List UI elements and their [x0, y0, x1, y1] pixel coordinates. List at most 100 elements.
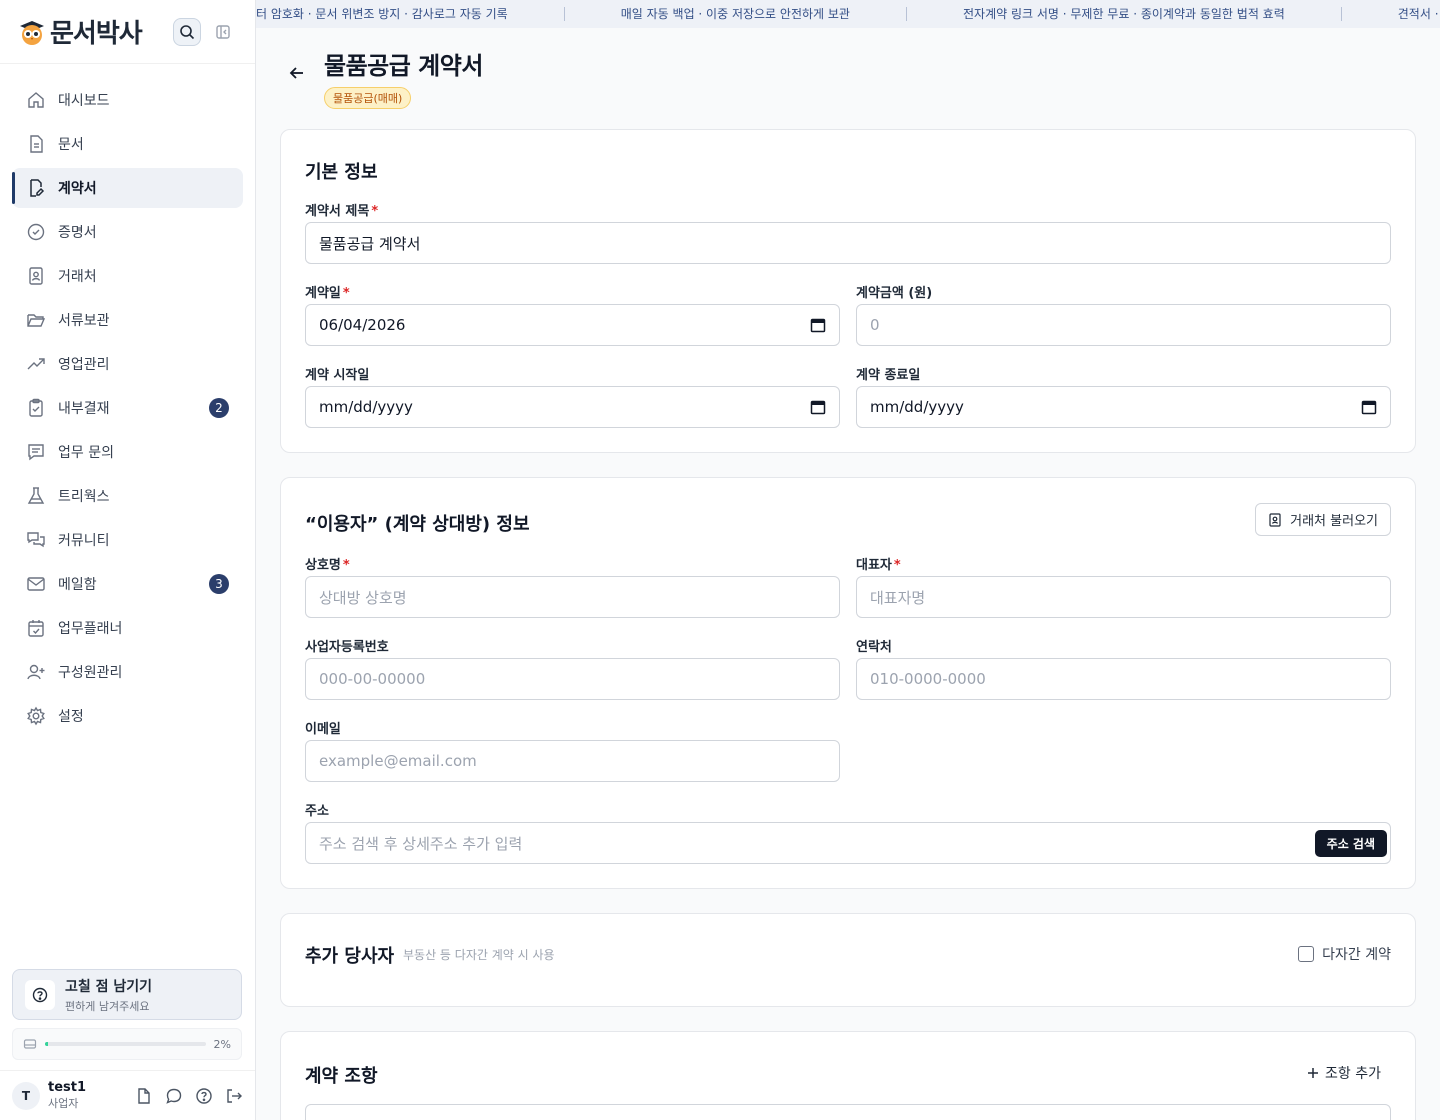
end-date-input[interactable]: mm/dd/yyyy [856, 386, 1391, 428]
phone-input[interactable]: 010-0000-0000 [856, 658, 1391, 700]
user-plus-icon [27, 664, 45, 680]
gear-icon [27, 706, 45, 726]
ceo-label: 대표자 * [856, 554, 901, 573]
required-mark: * [371, 204, 379, 219]
sidebar-item-inquiry[interactable]: 업무 문의 [12, 432, 243, 472]
contract-title-input[interactable]: 물품공급 계약서 [305, 222, 1391, 264]
sidebar-item-label: 증명서 [58, 225, 97, 241]
sidebar-item-triworks[interactable]: 트리웍스 [12, 476, 243, 516]
contract-type-badge: 물품공급(매매) [324, 87, 412, 109]
document-icon [30, 135, 43, 153]
sidebar-item-dashboard[interactable]: 대시보드 [12, 80, 243, 120]
chat-bubble-icon[interactable] [165, 1087, 183, 1105]
main-content: 터 암호화 · 문서 위변조 방지 · 감사로그 자동 기록 매일 자동 백업 … [256, 0, 1440, 1120]
search-button[interactable] [173, 17, 201, 46]
clipboard-check-icon [29, 398, 43, 417]
company-label: 상호명 * [305, 554, 350, 573]
calendar-icon[interactable] [810, 317, 826, 333]
sidebar-item-label: 영업관리 [58, 357, 110, 373]
folder-open-icon [27, 314, 46, 327]
page-title: 물품공급 계약서 [324, 52, 483, 80]
sidebar-item-sales[interactable]: 영업관리 [12, 344, 243, 384]
collapse-sidebar-button[interactable] [209, 18, 237, 46]
address-search-button[interactable]: 주소 검색 [1314, 830, 1387, 857]
sidebar-item-archive[interactable]: 서류보관 [12, 300, 243, 340]
counterparty-card: “이용자” (계약 상대방) 정보 거래처 불러오기 상호명 * 상대방 상호명 … [280, 477, 1416, 889]
sidebar-item-label: 대시보드 [58, 93, 110, 109]
storage-progress-fill [45, 1042, 49, 1046]
contract-date-value: 06/04/2026 [319, 316, 406, 334]
sidebar-item-contracts[interactable]: 계약서 [12, 168, 243, 208]
sidebar-nav: 대시보드 문서 계약서 증명서 거래처 서류보관 영업관리 내부결재 2 업무 … [0, 64, 255, 756]
contract-title-label-text: 계약서 제목 [305, 204, 370, 219]
mail-count-badge: 3 [209, 574, 229, 594]
contract-date-label: 계약일 * [305, 282, 350, 301]
sidebar-item-community[interactable]: 커뮤니티 [12, 520, 243, 560]
calendar-icon[interactable] [810, 399, 826, 415]
contract-title-label: 계약서 제목 * [305, 200, 378, 219]
biz-no-label: 사업자등록번호 [305, 640, 389, 655]
address-input[interactable]: 주소 검색 후 상세주소 추가 입력 [305, 822, 1391, 864]
sidebar-item-clients[interactable]: 거래처 [12, 256, 243, 296]
sidebar-item-label: 거래처 [58, 269, 97, 285]
help-icon[interactable] [195, 1087, 213, 1105]
home-icon [28, 92, 44, 108]
add-clause-button[interactable]: 조항 추가 [1307, 1063, 1381, 1083]
sidebar-item-label: 메일함 [58, 577, 97, 593]
sidebar-item-certificates[interactable]: 증명서 [12, 212, 243, 252]
ceo-input[interactable]: 대표자명 [856, 576, 1391, 618]
address-label: 주소 [305, 804, 329, 819]
required-mark: * [893, 558, 901, 573]
file-icon[interactable] [135, 1087, 153, 1105]
contract-clauses-card: 계약 조항 조항 추가 [280, 1031, 1416, 1120]
biz-no-input[interactable]: 000-00-00000 [305, 658, 840, 700]
end-date-value: mm/dd/yyyy [870, 398, 964, 416]
messages-icon [27, 532, 45, 548]
sidebar-item-label: 서류보관 [58, 313, 110, 329]
clause-item[interactable] [305, 1104, 1391, 1120]
ticker-item: 전자계약 링크 서명 · 무제한 무료 · 종이계약과 동일한 법적 효력 [907, 7, 1342, 21]
feedback-button[interactable]: 고칠 점 남기기 편하게 남겨주세요 [12, 969, 242, 1020]
sidebar-item-planner[interactable]: 업무플래너 [12, 608, 243, 648]
multi-party-checkbox[interactable] [1298, 946, 1315, 962]
load-client-button[interactable]: 거래처 불러오기 [1255, 503, 1391, 536]
required-mark: * [342, 558, 350, 573]
amount-input[interactable]: 0 [856, 304, 1391, 346]
start-date-value: mm/dd/yyyy [319, 398, 413, 416]
email-input[interactable]: example@email.com [305, 740, 840, 782]
arrow-left-icon[interactable] [288, 64, 306, 82]
sidebar: 문서박사 대시보드 문서 계약서 증명서 거래처 서류보관 영업관리 내부결재 … [0, 0, 256, 1120]
sidebar-item-approval[interactable]: 내부결재 2 [12, 388, 243, 428]
storage-percent: 2% [213, 1037, 231, 1051]
additional-parties-card: 추가 당사자 부동산 등 다자간 계약 시 사용 다자간 계약 [280, 913, 1416, 1007]
multi-party-toggle[interactable]: 다자간 계약 [1298, 944, 1391, 964]
additional-parties-hint: 부동산 등 다자간 계약 시 사용 [403, 948, 555, 962]
sidebar-item-members[interactable]: 구성원관리 [12, 652, 243, 692]
basic-info-card: 기본 정보 계약서 제목 * 물품공급 계약서 계약일 * 06/04/2026 계… [280, 129, 1416, 453]
calendar-icon[interactable] [1361, 399, 1377, 415]
load-client-label: 거래처 불러오기 [1290, 514, 1378, 529]
avatar[interactable]: T [12, 1081, 40, 1110]
calendar-check-icon [28, 620, 44, 637]
sidebar-item-label: 트리웍스 [58, 489, 110, 505]
sidebar-item-mail[interactable]: 메일함 3 [12, 564, 243, 604]
contract-clauses-title: 계약 조항 [305, 1066, 378, 1087]
contact-book-icon [1269, 512, 1281, 527]
badge-check-icon [27, 223, 45, 241]
sidebar-item-settings[interactable]: 설정 [12, 696, 243, 736]
storage-progress-bar [45, 1042, 206, 1046]
add-clause-label: 조항 추가 [1325, 1066, 1381, 1082]
company-input[interactable]: 상대방 상호명 [305, 576, 840, 618]
brand-name: 문서박사 [50, 19, 143, 49]
contract-date-input[interactable]: 06/04/2026 [305, 304, 840, 346]
search-icon [180, 24, 195, 39]
multi-party-label: 다자간 계약 [1322, 947, 1391, 963]
end-date-label: 계약 종료일 [856, 368, 921, 383]
logout-icon[interactable] [225, 1087, 243, 1105]
sidebar-collapse-icon [216, 24, 230, 39]
start-date-input[interactable]: mm/dd/yyyy [305, 386, 840, 428]
phone-label: 연락처 [856, 640, 892, 655]
sidebar-item-documents[interactable]: 문서 [12, 124, 243, 164]
start-date-label: 계약 시작일 [305, 368, 370, 383]
brand-header: 문서박사 [0, 0, 255, 64]
